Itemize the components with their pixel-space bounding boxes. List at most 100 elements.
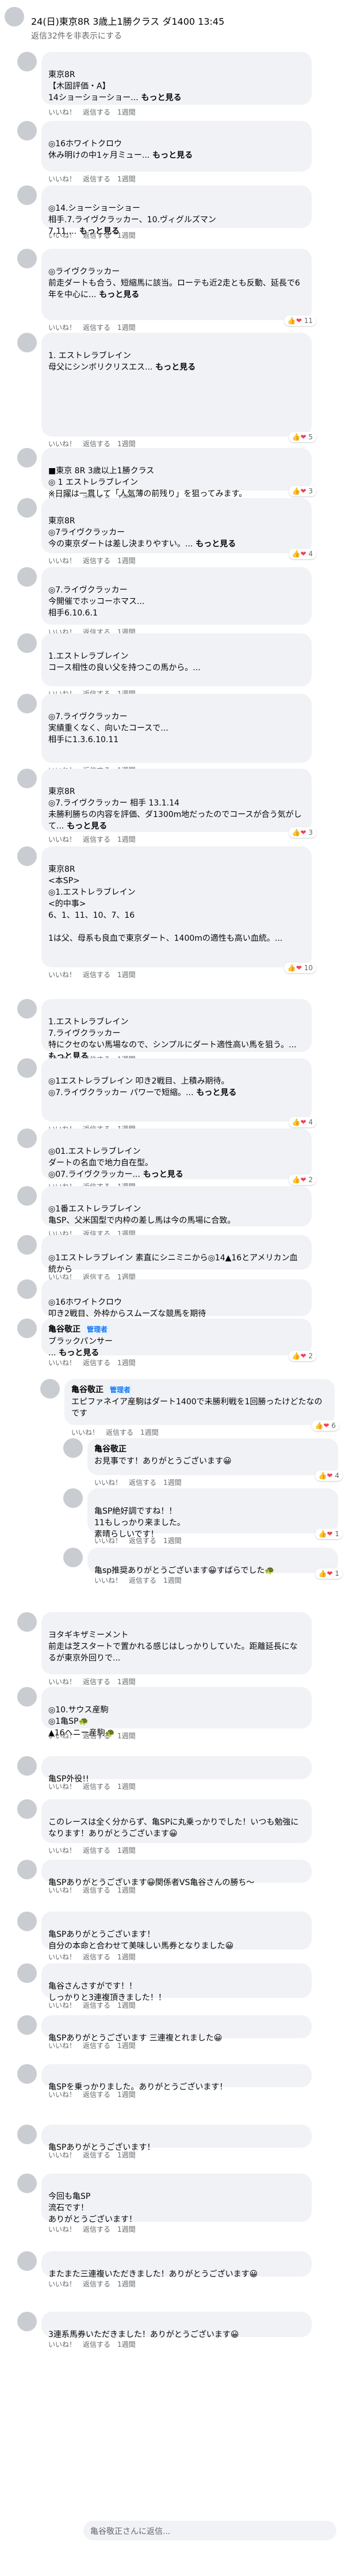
reply-link[interactable]: 返信する [83,1359,110,1367]
avatar[interactable] [17,1279,37,1299]
avatar[interactable] [17,333,37,352]
like-link[interactable]: いいね！ [48,2341,76,2349]
avatar[interactable] [17,694,37,713]
comment-author[interactable]: 亀谷敬正 [94,1443,126,1454]
like-link[interactable]: いいね！ [48,231,76,240]
reply-link[interactable]: 返信する [83,440,110,448]
comment-time[interactable]: 1週間 [117,1846,136,1855]
avatar[interactable] [17,1129,37,1148]
comment-time[interactable]: 1週間 [117,835,136,844]
comment-time[interactable]: 1週間 [117,2151,136,2159]
reply-link[interactable]: 返信する [83,2280,110,2288]
reply-link[interactable]: 返信する [83,971,110,979]
comment-time[interactable]: 1週間 [117,2341,136,2349]
avatar[interactable] [17,2251,37,2271]
comment-time[interactable]: 1週間 [117,2280,136,2288]
like-link[interactable]: いいね！ [48,557,76,565]
avatar[interactable] [17,498,37,518]
like-link[interactable]: いいね！ [48,2042,76,2050]
avatar[interactable] [17,448,37,468]
see-more-link[interactable]: もっと見る [64,822,107,831]
reply-link[interactable]: 返信する [83,175,110,183]
comment-time[interactable]: 1週間 [117,2091,136,2099]
reply-link[interactable]: 返信する [83,108,110,116]
avatar[interactable] [17,1799,37,1819]
reply-link[interactable]: 返信する [129,1576,156,1585]
like-link[interactable]: いいね！ [48,971,76,979]
see-more-link[interactable]: もっと見る [140,1170,183,1179]
avatar[interactable] [17,1186,37,1206]
reply-link[interactable]: 返信する [83,2341,110,2349]
avatar[interactable] [17,121,37,140]
avatar[interactable] [17,2015,37,2035]
reply-link[interactable]: 返信する [83,1678,110,1686]
avatar[interactable] [17,1912,37,1931]
see-more-link[interactable]: もっと見る [194,1088,236,1097]
reaction-count[interactable]: 👍❤ 4 [315,1471,343,1481]
reply-link[interactable]: 返信する [83,1846,110,1855]
see-more-link[interactable]: もっと見る [56,1348,99,1358]
reply-link[interactable]: 返信する [83,324,110,332]
comment-time[interactable]: 1週間 [117,1886,136,1894]
comment-time[interactable]: 1週間 [117,1732,136,1740]
like-link[interactable]: いいね！ [71,1428,99,1437]
reply-link[interactable]: 返信する [106,1428,133,1437]
reaction-count[interactable]: 👍❤ 10 [283,963,316,973]
comment-time[interactable]: 1週間 [117,2001,136,2009]
reply-link[interactable]: 返信する [83,2042,110,2050]
avatar[interactable] [17,2125,37,2144]
avatar[interactable] [5,7,24,26]
avatar[interactable] [17,999,37,1019]
avatar[interactable] [17,1235,37,1255]
comment-time[interactable]: 1週間 [117,2225,136,2233]
comment-time[interactable]: 1週間 [140,1428,159,1437]
like-link[interactable]: いいね！ [48,2151,76,2159]
reply-link[interactable]: 返信する [83,2151,110,2159]
avatar[interactable] [17,633,37,653]
reply-link[interactable]: 返信する [83,557,110,565]
like-link[interactable]: いいね！ [48,1953,76,1961]
like-link[interactable]: いいね！ [48,324,76,332]
like-link[interactable]: いいね！ [48,1783,76,1791]
hide-replies-link[interactable]: 返信32件を非表示にする [31,30,122,41]
reaction-count[interactable]: 👍❤ 2 [288,1175,316,1185]
comment-author[interactable]: 亀谷敬正 管理者 [71,1384,134,1395]
comment-time[interactable]: 1週間 [163,1479,182,1487]
reaction-count[interactable]: 👍❤ 3 [288,486,316,496]
like-link[interactable]: いいね！ [94,1537,122,1545]
like-link[interactable]: いいね！ [48,440,76,448]
reaction-count[interactable]: 👍❤ 4 [288,549,316,559]
avatar[interactable] [63,1548,83,1567]
like-link[interactable]: いいね！ [48,1678,76,1686]
reply-link[interactable]: 返信する [83,2225,110,2233]
avatar[interactable] [17,567,37,587]
comment-time[interactable]: 1週間 [117,1783,136,1791]
reply-link[interactable]: 返信する [83,1886,110,1894]
see-more-link[interactable]: もっと見る [152,363,195,372]
like-link[interactable]: いいね！ [48,1359,76,1367]
comment-time[interactable]: 1週間 [117,108,136,116]
reply-link[interactable]: 返信する [83,1953,110,1961]
reaction-count[interactable]: 👍❤ 1 [315,1529,343,1539]
avatar[interactable] [17,185,37,205]
avatar[interactable] [17,2174,37,2193]
reply-link[interactable]: 返信する [83,835,110,844]
avatar[interactable] [17,1756,37,1776]
comment-time[interactable]: 1週間 [117,231,136,240]
avatar[interactable] [63,1488,83,1508]
avatar[interactable] [17,1687,37,1707]
avatar[interactable] [17,1612,37,1632]
comment-time[interactable]: 1週間 [117,324,136,332]
comment-time[interactable]: 1週間 [117,2042,136,2050]
reaction-count[interactable]: 👍❤ 1 [315,1568,343,1579]
reaction-count[interactable]: 👍❤ 4 [288,1117,316,1127]
reaction-count[interactable]: 👍❤ 5 [288,432,316,442]
reaction-count[interactable]: 👍❤ 6 [311,1420,339,1431]
reply-link[interactable]: 返信する [83,231,110,240]
reply-link[interactable]: 返信する [129,1479,156,1487]
like-link[interactable]: いいね！ [48,2091,76,2099]
avatar[interactable] [17,769,37,788]
like-link[interactable]: いいね！ [48,2225,76,2233]
see-more-link[interactable]: もっと見る [139,93,181,102]
like-link[interactable]: いいね！ [48,108,76,116]
